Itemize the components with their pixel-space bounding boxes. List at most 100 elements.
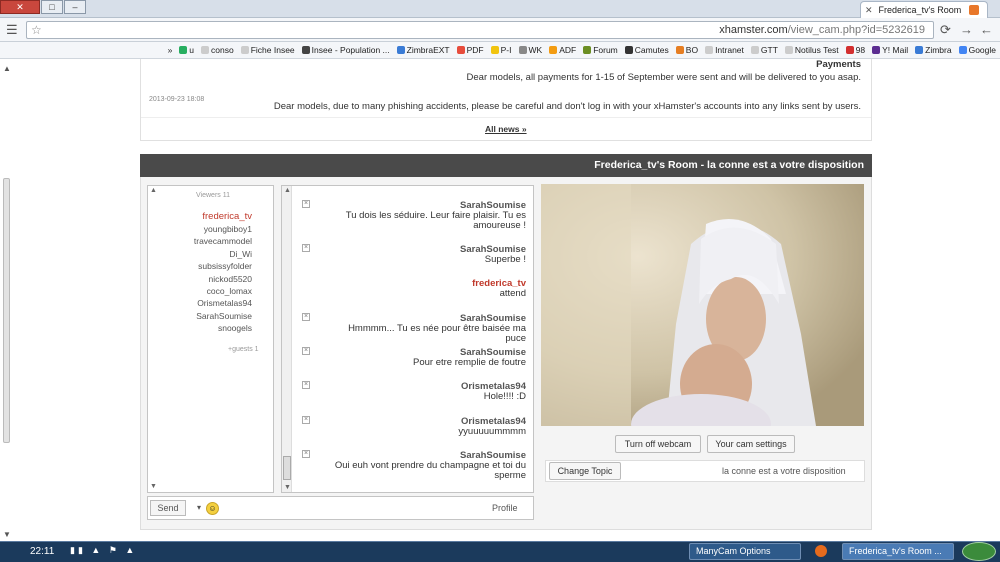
bookmark-item[interactable]: Forum <box>583 45 618 55</box>
user-list-item[interactable]: Orismetalas94 <box>172 298 252 308</box>
delete-message-icon[interactable]: × <box>302 416 310 424</box>
user-list-item[interactable]: SarahSoumise <box>172 311 252 321</box>
scroll-down-icon[interactable]: ▼ <box>3 530 11 539</box>
delete-message-icon[interactable]: × <box>302 200 310 208</box>
sheet-icon <box>179 46 188 54</box>
sfr-icon <box>845 46 854 54</box>
browser-tab[interactable]: ✕ Frederica_tv's Room <box>860 1 988 18</box>
news-item: Dear models, due to many phishing accide… <box>273 101 861 112</box>
start-button[interactable] <box>962 542 996 561</box>
bookmark-item[interactable]: Notilus Test <box>784 45 839 55</box>
bookmark-item[interactable]: u <box>179 45 194 55</box>
message-text: yyuuuuummmm <box>458 426 526 437</box>
bookmark-star-icon[interactable]: ☆ <box>31 23 42 37</box>
chat-message: Orismetalas94 Hole!!!! :D <box>326 381 526 402</box>
bookmark-item[interactable]: Insee - Population ... <box>301 45 390 55</box>
chat-scroll-up-icon[interactable]: ▲ <box>284 187 291 194</box>
window-titlebar <box>0 0 1000 18</box>
bookmark-label: Fiche Insee <box>250 45 295 55</box>
bookmark-item[interactable]: P-I <box>490 45 512 55</box>
bookmark-item[interactable]: BO <box>675 45 699 55</box>
reload-icon[interactable]: ⟳ <box>940 22 951 38</box>
bookmark-item[interactable]: ADF <box>549 45 576 55</box>
back-arrow-icon[interactable]: ← <box>980 22 993 37</box>
menu-icon[interactable]: ☰ <box>6 22 18 38</box>
divider <box>141 117 871 118</box>
user-list-item[interactable]: frederica_tv <box>172 211 252 222</box>
chat-message: SarahSoumise Oui euh vont prendre du cha… <box>326 450 526 481</box>
url-input[interactable]: ☆ xhamster.com/view_cam.php?id=5232619 <box>26 21 934 39</box>
bookmark-item[interactable]: 98 <box>845 45 865 55</box>
user-list-item[interactable]: nickod5520 <box>172 274 252 284</box>
emoji-dropdown-icon[interactable]: ▾ <box>197 503 201 512</box>
adf-icon <box>549 46 558 54</box>
chat-message: SarahSoumise Tu dois les séduire. Leur f… <box>326 200 526 231</box>
forward-arrow-icon[interactable]: → <box>960 22 973 37</box>
users-scroll-down-icon[interactable]: ▼ <box>150 483 157 490</box>
delete-message-icon[interactable]: × <box>302 313 310 321</box>
delete-message-icon[interactable]: × <box>302 347 310 355</box>
room-header: Frederica_tv's Room - la conne est a vot… <box>140 154 872 177</box>
bookmark-label: WK <box>528 45 543 55</box>
profile-link[interactable]: Profile <box>492 503 518 513</box>
cam-settings-button[interactable]: Your cam settings <box>707 435 795 453</box>
send-button[interactable]: Send <box>150 500 186 516</box>
bookmark-item[interactable]: conso <box>201 45 234 55</box>
system-tray-icons[interactable]: ▮▮ ▲ ⚑ ▲ <box>70 545 137 556</box>
message-text: Oui euh vont prendre du champagne et toi… <box>334 460 526 481</box>
user-list-item[interactable]: subsissyfolder <box>172 261 252 271</box>
bookmark-label: conso <box>211 45 234 55</box>
delete-message-icon[interactable]: × <box>302 381 310 389</box>
bookmark-item[interactable]: ZimbraEXT <box>396 45 450 55</box>
room-title: Frederica_tv's Room - la conne est a vot… <box>594 159 864 171</box>
page-scrollbar[interactable] <box>3 178 10 443</box>
tab-close-icon[interactable]: ✕ <box>865 5 873 16</box>
all-news-link[interactable]: All news » <box>485 124 527 134</box>
pdf-icon <box>456 46 465 54</box>
maximize-button[interactable]: □ <box>41 0 63 14</box>
bookmark-item[interactable]: Y! Mail <box>872 45 908 55</box>
taskbar-item-manycam[interactable]: ManyCam Options <box>689 543 801 560</box>
bookmark-item[interactable]: PDF <box>456 45 484 55</box>
chat-scrollbar[interactable] <box>282 186 292 492</box>
firefox-icon[interactable] <box>815 545 827 557</box>
close-window-button[interactable]: ✕ <box>0 0 40 14</box>
change-topic-button[interactable]: Change Topic <box>549 462 621 480</box>
news-date: 2013-09-23 18:08 <box>149 96 205 103</box>
chat-scroll-thumb[interactable] <box>283 456 291 480</box>
minimize-button[interactable]: – <box>64 0 86 14</box>
bookmark-item[interactable]: Fiche Insee <box>240 45 295 55</box>
taskbar-item-browser[interactable]: Frederica_tv's Room ... <box>842 543 954 560</box>
message-author[interactable]: frederica_tv <box>326 278 526 289</box>
user-list-item[interactable]: travecammodel <box>172 236 252 246</box>
bookmark-item[interactable]: Google <box>958 45 996 55</box>
clock[interactable]: 22:11 <box>30 546 54 557</box>
bookmark-item[interactable]: Intranet <box>705 45 744 55</box>
chat-message: Orismetalas94 yyuuuuummmm <box>326 416 526 437</box>
bookmark-item[interactable]: GTT <box>750 45 778 55</box>
turn-off-webcam-button[interactable]: Turn off webcam <box>615 435 701 453</box>
bookmarks-overflow-icon[interactable]: » <box>168 45 173 55</box>
delete-message-icon[interactable]: × <box>302 244 310 252</box>
user-list-item[interactable]: Di_Wi <box>172 249 252 259</box>
bookmarks-bar: Google Zimbra Y! Mail 98 Notilus Test GT… <box>0 42 1000 59</box>
bookmark-label: Y! Mail <box>882 45 909 55</box>
bookmark-item[interactable]: Zimbra <box>915 45 952 55</box>
delete-message-icon[interactable]: × <box>302 450 310 458</box>
bookmark-label: BO <box>685 45 699 55</box>
bookmark-item[interactable]: WK <box>518 45 543 55</box>
smiley-icon[interactable]: ☺ <box>206 502 219 515</box>
user-list-item[interactable]: youngbiboy1 <box>172 224 252 234</box>
user-list-item[interactable]: snoogels <box>172 323 252 333</box>
forum-icon <box>583 46 592 54</box>
bookmark-item[interactable]: Camutes <box>624 45 669 55</box>
page-icon <box>240 46 249 54</box>
message-text: Hmmmm... Tu es née pour être baisée ma p… <box>348 323 526 344</box>
scroll-up-icon[interactable]: ▲ <box>3 64 11 73</box>
chat-scroll-down-icon[interactable]: ▼ <box>284 484 291 491</box>
chat-message: SarahSoumise Pour etre remplie de foutre <box>326 347 526 368</box>
users-scroll-up-icon[interactable]: ▲ <box>150 187 157 194</box>
bookmark-label: ADF <box>559 45 577 55</box>
webcam-frame <box>541 184 864 426</box>
user-list-item[interactable]: coco_lomax <box>172 286 252 296</box>
